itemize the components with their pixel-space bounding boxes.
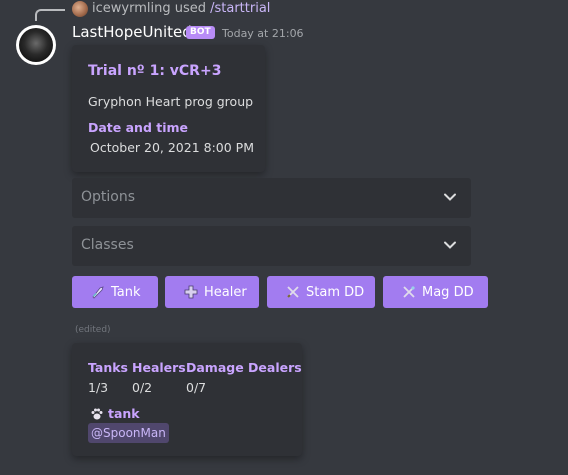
classes-select[interactable]: Classes bbox=[72, 226, 471, 266]
reply-context: icewyrmling used /starttrial bbox=[92, 1, 270, 16]
options-select-label: Options bbox=[81, 189, 136, 205]
stam-dd-button[interactable]: Stam DD bbox=[267, 276, 375, 308]
stam-swords-icon bbox=[287, 286, 299, 298]
embed-field-name: Date and time bbox=[88, 120, 189, 135]
embed-description: Gryphon Heart prog group bbox=[88, 94, 254, 109]
tanks-header: Tanks bbox=[88, 360, 129, 375]
healer-button[interactable]: Healer bbox=[165, 276, 259, 308]
tanks-count: 1/3 bbox=[88, 380, 109, 395]
paw-icon bbox=[91, 408, 103, 420]
tank-role-label: tank bbox=[108, 406, 140, 421]
stam-dd-button-label: Stam DD bbox=[306, 284, 365, 300]
healers-count: 0/2 bbox=[132, 380, 153, 395]
reply-used-text: used bbox=[174, 1, 206, 16]
roster-embed: Tanks Healers Damage Dealers 1/3 0/2 0/7… bbox=[72, 343, 302, 456]
reply-user-avatar[interactable] bbox=[72, 1, 88, 17]
tank-button-label: Tank bbox=[111, 284, 141, 300]
classes-select-label: Classes bbox=[81, 237, 134, 253]
damage-dealers-header: Damage Dealers bbox=[186, 360, 302, 375]
message-timestamp[interactable]: Today at 21:06 bbox=[222, 27, 304, 40]
author-name[interactable]: LastHopeUnited bbox=[72, 23, 192, 41]
healer-cross-icon bbox=[184, 285, 198, 299]
trial-embed: Trial nº 1: vCR+3 Gryphon Heart prog gro… bbox=[72, 45, 265, 172]
reply-username[interactable]: icewyrmling bbox=[92, 1, 171, 16]
embed-field-value: October 20, 2021 8:00 PM bbox=[90, 140, 255, 155]
healers-header: Healers bbox=[132, 360, 186, 375]
tank-button[interactable]: Tank bbox=[72, 276, 158, 308]
bot-badge: BOT bbox=[186, 26, 215, 39]
user-mention[interactable]: @SpoonMan bbox=[88, 423, 169, 443]
mag-staff-icon bbox=[403, 286, 415, 298]
reply-connector bbox=[35, 9, 65, 21]
edited-indicator: (edited) bbox=[75, 325, 111, 335]
mag-dd-button-label: Mag DD bbox=[422, 284, 474, 300]
mag-dd-button[interactable]: Mag DD bbox=[383, 276, 488, 308]
chevron-down-icon bbox=[444, 193, 456, 201]
chevron-down-icon bbox=[444, 241, 456, 249]
bot-avatar-image bbox=[19, 28, 53, 62]
embed-title: Trial nº 1: vCR+3 bbox=[88, 63, 222, 79]
healer-button-label: Healer bbox=[204, 284, 247, 300]
damage-dealers-count: 0/7 bbox=[186, 380, 207, 395]
tank-shield-icon bbox=[92, 286, 104, 299]
reply-command[interactable]: /starttrial bbox=[210, 1, 270, 16]
bot-avatar[interactable] bbox=[16, 25, 56, 65]
options-select[interactable]: Options bbox=[72, 178, 471, 218]
